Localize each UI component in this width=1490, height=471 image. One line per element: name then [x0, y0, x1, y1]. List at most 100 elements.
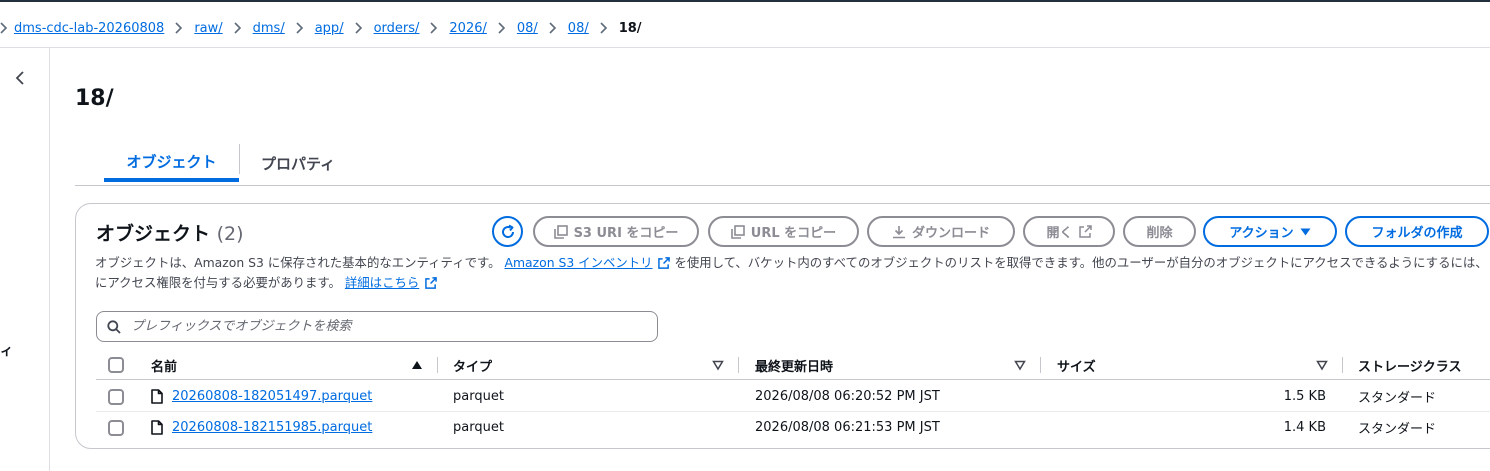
create-folder-button[interactable]: フォルダの作成: [1345, 216, 1489, 247]
search-icon: [107, 319, 121, 334]
breadcrumb-separator-icon: [498, 22, 506, 34]
copy-url-button[interactable]: URL をコピー: [708, 216, 859, 247]
breadcrumb-day[interactable]: 08/: [568, 21, 589, 36]
external-link-icon: [1078, 225, 1092, 238]
sort-ascending-icon[interactable]: [411, 359, 423, 371]
chevron-left-icon: [15, 71, 24, 85]
breadcrumb-separator-icon: [234, 22, 242, 34]
row-checkbox[interactable]: [108, 388, 124, 405]
storage-class-cell: スタンダード: [1358, 422, 1437, 437]
row-select-cell: [108, 412, 124, 443]
download-label: ダウンロード: [911, 226, 990, 241]
download-icon: [892, 225, 905, 238]
sort-icon[interactable]: [1316, 359, 1328, 371]
copy-url-label: URL をコピー: [750, 226, 837, 241]
breadcrumb-separator-icon: [600, 22, 608, 34]
column-header-name[interactable]: 名前: [151, 350, 177, 380]
breadcrumb-year[interactable]: 2026/: [449, 21, 486, 36]
actions-dropdown-button[interactable]: アクション: [1203, 216, 1337, 247]
description-line-2: にアクセス権限を付与する必要があります。 詳細はこちら: [95, 273, 1490, 293]
objects-heading-label: オブジェクト: [96, 223, 211, 245]
column-header-type[interactable]: タイプ: [453, 350, 492, 380]
table-row: 20260808-182051497.parquet parquet 2026/…: [96, 381, 1490, 412]
external-link-icon: [425, 277, 438, 289]
tab-objects[interactable]: オブジェクト: [104, 144, 239, 182]
breadcrumb-separator-icon: [549, 22, 557, 34]
copy-icon: [553, 224, 568, 239]
row-checkbox[interactable]: [108, 419, 124, 436]
object-name-link[interactable]: 20260808-182051497.parquet: [172, 389, 372, 404]
last-modified-cell: 2026/08/08 06:20:52 PM JST: [755, 389, 940, 404]
column-divider: [738, 357, 739, 373]
file-icon: [151, 389, 163, 404]
breadcrumb-current: 18/: [618, 20, 642, 36]
sort-icon[interactable]: [712, 359, 724, 371]
tab-properties[interactable]: プロパティ: [261, 144, 335, 182]
breadcrumb-separator-icon: [296, 22, 304, 34]
breadcrumb-month[interactable]: 08/: [517, 21, 538, 36]
type-cell: parquet: [453, 389, 504, 404]
breadcrumb-separator-icon: [430, 22, 438, 34]
storage-class-cell: スタンダード: [1358, 391, 1437, 406]
breadcrumb-bucket[interactable]: dms-cdc-lab-20260808: [14, 21, 164, 36]
name-cell: 20260808-182151985.parquet: [151, 412, 372, 443]
breadcrumb-separator-icon: [175, 22, 183, 34]
copy-s3-uri-button[interactable]: S3 URI をコピー: [533, 216, 699, 247]
sidebar-edge: [49, 48, 50, 471]
page-title: 18/: [75, 86, 114, 111]
table-row: 20260808-182151985.parquet parquet 2026/…: [96, 412, 1490, 443]
objects-description: オブジェクトは、Amazon S3 に保存された基本的なエンティティです。 Am…: [95, 253, 1490, 293]
breadcrumb-dms[interactable]: dms/: [253, 21, 285, 36]
size-cell: 1.5 KB: [1283, 389, 1326, 404]
tab-divider: [239, 144, 240, 174]
search-box: [96, 311, 658, 342]
last-modified-cell: 2026/08/08 06:21:53 PM JST: [755, 420, 940, 435]
top-edge-bar: [0, 0, 1490, 2]
column-header-size[interactable]: サイズ: [1057, 350, 1096, 380]
row-select-cell: [108, 381, 124, 412]
file-icon: [151, 420, 163, 435]
name-cell: 20260808-182051497.parquet: [151, 381, 372, 412]
column-divider: [1342, 357, 1343, 373]
type-cell: parquet: [453, 420, 504, 435]
copy-icon: [730, 224, 745, 239]
table-header: 名前 タイプ 最終更新日時 サイズ ストレージクラス: [96, 350, 1490, 380]
description-text-2: を使用して、バケット内のすべてのオブジェクトのリストを取得できます。他のユーザー…: [674, 255, 1488, 270]
breadcrumb-orders[interactable]: orders/: [374, 21, 420, 36]
breadcrumb-separator-icon: [355, 22, 363, 34]
breadcrumb-app[interactable]: app/: [315, 21, 344, 36]
breadcrumb-raw[interactable]: raw/: [194, 21, 222, 36]
column-divider: [437, 357, 438, 373]
column-divider: [1040, 357, 1041, 373]
breadcrumb-separator-icon: [0, 22, 8, 34]
sort-icon[interactable]: [1014, 359, 1026, 371]
copy-s3-uri-label: S3 URI をコピー: [573, 226, 679, 241]
search-input[interactable]: [131, 319, 631, 334]
refresh-icon: [501, 224, 514, 238]
delete-label: 削除: [1146, 226, 1173, 241]
external-link-icon: [658, 257, 671, 269]
delete-button[interactable]: 削除: [1123, 216, 1196, 247]
collapse-panel-button[interactable]: [10, 68, 30, 88]
description-text-3: にアクセス権限を付与する必要があります。: [95, 275, 341, 290]
select-all-cell: [108, 350, 124, 380]
open-label: 開く: [1046, 226, 1073, 241]
refresh-button[interactable]: [492, 216, 523, 247]
tab-bar: オブジェクト プロパティ: [75, 144, 1490, 186]
objects-heading: オブジェクト (2): [96, 219, 244, 246]
column-header-storage-class[interactable]: ストレージクラス: [1358, 350, 1461, 380]
create-folder-label: フォルダの作成: [1371, 226, 1463, 241]
inventory-link[interactable]: Amazon S3 インベントリ: [504, 255, 652, 270]
learn-more-link[interactable]: 詳細はこちら: [345, 275, 419, 290]
sidebar-text-fragment: ィ: [0, 344, 14, 359]
select-all-checkbox[interactable]: [108, 357, 124, 373]
open-button[interactable]: 開く: [1023, 216, 1115, 247]
column-header-last-modified[interactable]: 最終更新日時: [755, 350, 833, 380]
actions-label: アクション: [1229, 226, 1294, 241]
description-line-1: オブジェクトは、Amazon S3 に保存された基本的なエンティティです。 Am…: [95, 253, 1490, 273]
description-text-1: オブジェクトは、Amazon S3 に保存された基本的なエンティティです。: [95, 255, 501, 270]
breadcrumb: dms-cdc-lab-20260808 raw/ dms/ app/ orde…: [0, 16, 642, 40]
download-button[interactable]: ダウンロード: [867, 216, 1015, 247]
caret-down-icon: [1300, 228, 1311, 235]
object-name-link[interactable]: 20260808-182151985.parquet: [172, 420, 372, 435]
